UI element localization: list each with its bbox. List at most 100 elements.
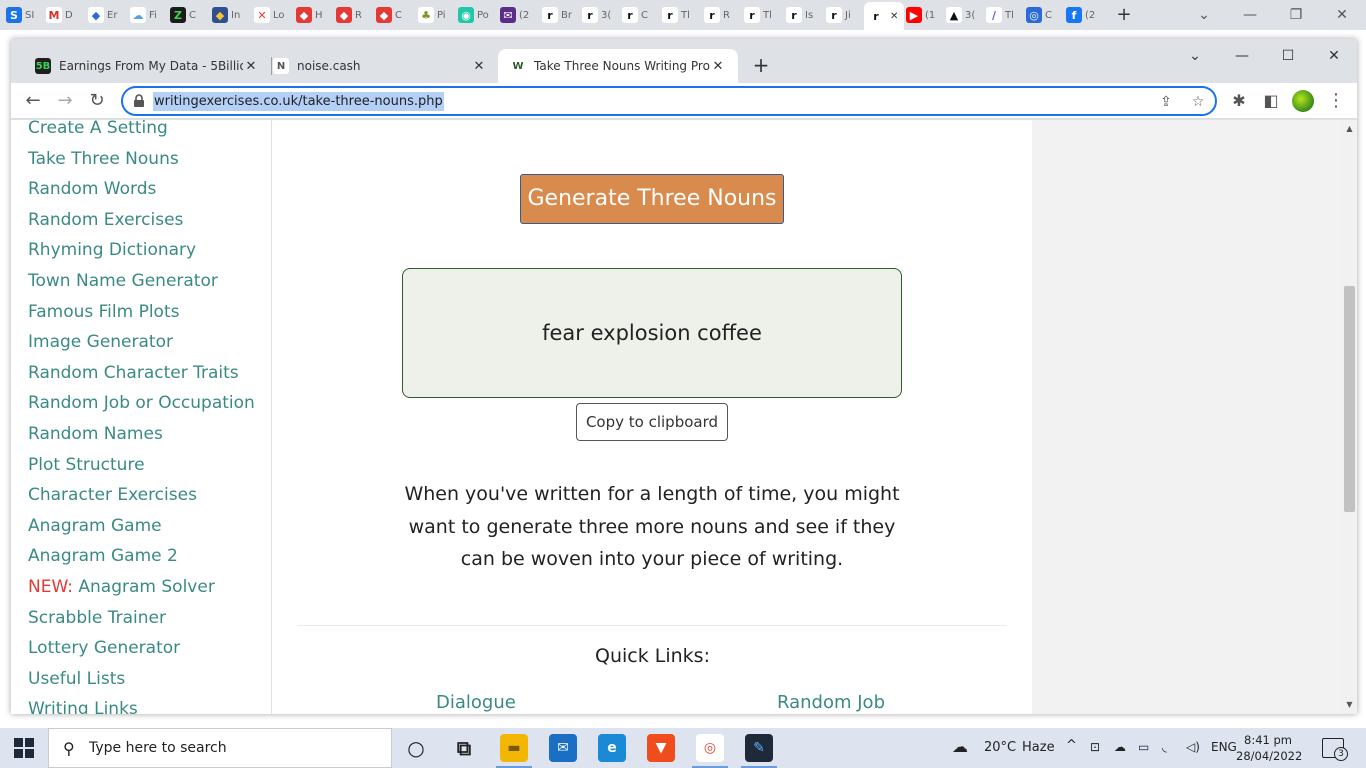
- sidebar-item[interactable]: Lottery Generator: [28, 638, 180, 658]
- back-icon[interactable]: ←: [20, 88, 46, 114]
- outer-tab[interactable]: ◆ R: [336, 4, 374, 26]
- tab-close-icon[interactable]: ✕: [890, 11, 898, 22]
- sidebar-item[interactable]: Anagram Game: [28, 516, 162, 536]
- mail-icon[interactable]: ✉: [549, 734, 577, 762]
- outer-tab[interactable]: ◆ In: [212, 4, 250, 26]
- sidebar-item[interactable]: Random Character Traits: [28, 363, 239, 383]
- windows-start-icon[interactable]: [14, 738, 34, 758]
- outer-tab[interactable]: ▲ 3(: [946, 4, 984, 26]
- weather-description[interactable]: Haze: [1022, 740, 1055, 755]
- outer-tab[interactable]: ◆ H: [296, 4, 334, 26]
- bookmark-star-icon[interactable]: ☆: [1187, 91, 1209, 113]
- scroll-down-arrow-icon[interactable]: ▼: [1342, 700, 1357, 710]
- outer-tab[interactable]: ☁ Fi: [130, 4, 168, 26]
- outer-tab-search-icon[interactable]: ⌄: [1194, 4, 1214, 26]
- lock-icon[interactable]: [133, 94, 147, 108]
- reload-icon[interactable]: ↻: [84, 88, 110, 114]
- tab-close-icon[interactable]: ✕: [471, 59, 487, 74]
- sidebar-item[interactable]: Character Exercises: [28, 485, 197, 505]
- outer-tab[interactable]: r Ji: [826, 4, 864, 26]
- copy-to-clipboard-button[interactable]: Copy to clipboard: [576, 403, 728, 441]
- forward-icon[interactable]: →: [52, 88, 78, 114]
- outer-tab[interactable]: r Tl: [744, 4, 782, 26]
- outer-tab[interactable]: r 3(: [582, 4, 620, 26]
- extensions-icon[interactable]: ✱: [1226, 88, 1252, 114]
- sidebar-item[interactable]: Rhyming Dictionary: [28, 240, 196, 260]
- outer-tab[interactable]: ✉ (2: [500, 4, 538, 26]
- battery-icon[interactable]: ▭: [1138, 740, 1149, 754]
- outer-tab[interactable]: r ✕: [864, 2, 904, 30]
- quick-link-dialogue[interactable]: Dialogue: [436, 692, 516, 713]
- edge-icon[interactable]: e: [598, 734, 626, 762]
- sidebar-item[interactable]: Writing Links: [28, 699, 138, 714]
- weather-haze-icon[interactable]: ☁: [952, 737, 968, 756]
- outer-tab[interactable]: r Is: [786, 4, 824, 26]
- outer-tab[interactable]: f (2: [1066, 4, 1104, 26]
- clock[interactable]: 8:41 pm 28/04/2022: [1236, 732, 1302, 764]
- sidebar-item[interactable]: Plot Structure: [28, 455, 145, 475]
- address-bar[interactable]: writingexercises.co.uk/take-three-nouns.…: [121, 86, 1217, 116]
- vertical-scrollbar[interactable]: ▲ ▼: [1342, 120, 1357, 714]
- tab-search-icon[interactable]: ⌄: [1180, 45, 1210, 67]
- outer-tab[interactable]: ▶ (1: [906, 4, 944, 26]
- outer-tab[interactable]: ◆ C: [376, 4, 414, 26]
- new-tab-button[interactable]: +: [749, 53, 773, 77]
- outer-tab[interactable]: ZC: [170, 4, 208, 26]
- meet-now-icon[interactable]: ⊡: [1090, 740, 1100, 754]
- tab-close-icon[interactable]: ✕: [710, 59, 726, 74]
- sidebar-item[interactable]: Useful Lists: [28, 669, 125, 689]
- close-button[interactable]: ✕: [1319, 45, 1349, 67]
- outer-restore-button[interactable]: ❐: [1286, 4, 1306, 26]
- chrome-icon[interactable]: ◎: [696, 734, 724, 762]
- outer-new-tab-button[interactable]: +: [1114, 4, 1134, 26]
- onedrive-icon[interactable]: ☁: [1114, 740, 1126, 754]
- profile-avatar[interactable]: [1292, 90, 1314, 112]
- outer-tab[interactable]: r Tl: [662, 4, 700, 26]
- cortana-icon[interactable]: ○: [402, 734, 430, 762]
- sidebar-item[interactable]: Take Three Nouns: [28, 149, 179, 169]
- sidebar-item[interactable]: Random Words: [28, 179, 156, 199]
- side-panel-icon[interactable]: ◧: [1258, 88, 1284, 114]
- url-text[interactable]: writingexercises.co.uk/take-three-nouns.…: [153, 92, 444, 111]
- sidebar-item[interactable]: Famous Film Plots: [28, 302, 179, 322]
- sidebar-item[interactable]: Create A Setting: [28, 120, 168, 138]
- quick-link-random-job[interactable]: Random Job: [777, 692, 885, 713]
- outer-close-button[interactable]: ✕: [1332, 4, 1352, 26]
- outer-tab[interactable]: MD: [46, 4, 84, 26]
- outer-tab[interactable]: S SI: [6, 4, 44, 26]
- sidebar-item[interactable]: Random Job or Occupation: [28, 393, 255, 413]
- outer-tab[interactable]: ◆ Er: [88, 4, 126, 26]
- volume-icon[interactable]: ◁): [1186, 740, 1200, 754]
- sidebar-item[interactable]: Random Names: [28, 424, 163, 444]
- outer-tab[interactable]: rC: [622, 4, 660, 26]
- outer-tab[interactable]: rR: [704, 4, 742, 26]
- tab-earnings[interactable]: 5B Earnings From My Data - 5Billion ✕: [23, 49, 271, 83]
- tab-take-three-nouns[interactable]: W Take Three Nouns Writing Promp ✕: [498, 49, 738, 83]
- chevron-up-icon[interactable]: ^: [1066, 738, 1077, 753]
- pen-app-icon[interactable]: ✎: [745, 734, 773, 762]
- share-icon[interactable]: ⇪: [1155, 91, 1177, 113]
- scroll-up-arrow-icon[interactable]: ▲: [1342, 124, 1357, 134]
- brave-icon[interactable]: ▼: [647, 734, 675, 762]
- taskbar-search-box[interactable]: ⚲ Type here to search: [48, 728, 392, 768]
- outer-tab[interactable]: ✕ Lo: [254, 4, 292, 26]
- outer-minimize-button[interactable]: —: [1240, 4, 1260, 26]
- sidebar-item[interactable]: NEW: Anagram Solver: [28, 577, 215, 597]
- outer-tab[interactable]: ◉ Po: [458, 4, 496, 26]
- language-indicator[interactable]: ENG: [1211, 740, 1237, 754]
- wifi-icon[interactable]: ◟: [1162, 740, 1167, 754]
- minimize-button[interactable]: —: [1227, 45, 1257, 67]
- outer-tab[interactable]: r Br: [542, 4, 580, 26]
- maximize-button[interactable]: ☐: [1273, 45, 1303, 67]
- task-view-icon[interactable]: ⧉: [450, 734, 478, 762]
- sidebar-item[interactable]: Random Exercises: [28, 210, 183, 230]
- tab-close-icon[interactable]: ✕: [243, 59, 259, 74]
- sidebar-item[interactable]: Town Name Generator: [28, 271, 218, 291]
- sidebar-item[interactable]: Scrabble Trainer: [28, 608, 166, 628]
- outer-tab[interactable]: ♣ Pi: [418, 4, 456, 26]
- outer-tab[interactable]: ∕ Tl: [986, 4, 1024, 26]
- generate-three-nouns-button[interactable]: Generate Three Nouns: [520, 174, 784, 224]
- sidebar-item[interactable]: Anagram Game 2: [28, 546, 178, 566]
- weather-temperature[interactable]: 20°C: [984, 740, 1016, 755]
- file-explorer-icon[interactable]: ▬: [500, 734, 528, 762]
